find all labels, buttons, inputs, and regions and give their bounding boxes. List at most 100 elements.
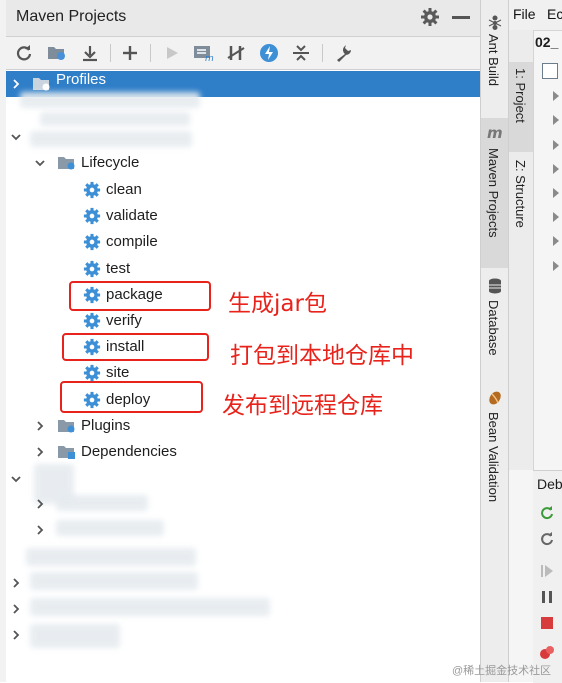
- obscured-content: [26, 548, 196, 566]
- expand-arrow-icon[interactable]: [553, 164, 559, 174]
- goal-gear-icon: [83, 286, 101, 304]
- lifecycle-folder-icon: [58, 157, 75, 170]
- project-side-strip: 1: Project Z: Structure: [509, 30, 534, 470]
- goal-gear-icon: [83, 260, 101, 278]
- goal-gear-icon: [83, 364, 101, 382]
- dependencies-label: Dependencies: [81, 443, 177, 460]
- obscured-content: [56, 495, 148, 511]
- project-area: File Ec 02_ 1: Project Z: Structure Deb: [508, 0, 562, 683]
- profiles-folder-icon: [33, 78, 50, 91]
- debug-panel: Deb: [533, 470, 562, 683]
- module-icon: [542, 63, 558, 79]
- bean-icon: [489, 391, 501, 405]
- goal-label: compile: [106, 233, 158, 250]
- goal-gear-icon: [83, 207, 101, 225]
- goal-gear-icon: [83, 312, 101, 330]
- maven-projects-panel: Maven Projects m Profiles Lifecycle Plug…: [6, 0, 480, 682]
- goal-label: install: [106, 338, 145, 355]
- panel-settings-gear-icon[interactable]: [420, 7, 440, 27]
- panel-title: Maven Projects: [16, 8, 127, 25]
- obscured-content: [30, 624, 120, 648]
- expand-arrow-icon[interactable]: [553, 188, 559, 198]
- dependencies-folder-icon: [58, 446, 75, 459]
- plugins-label: Plugins: [81, 417, 131, 434]
- panel-header: Maven Projects: [6, 0, 480, 37]
- skip-tests-icon[interactable]: [257, 41, 281, 65]
- rerun-icon[interactable]: [539, 505, 555, 521]
- chevron-right-icon[interactable]: [35, 421, 45, 431]
- tab-maven-projects-active[interactable]: m Maven Projects: [481, 118, 509, 268]
- tab-ant-build[interactable]: Ant Build: [486, 34, 501, 86]
- expand-arrow-icon[interactable]: [553, 236, 559, 246]
- annotation-install: 打包到本地仓库中: [230, 343, 414, 369]
- obscured-content: [56, 520, 164, 536]
- tab-bean-validation[interactable]: Bean Validation: [486, 412, 501, 502]
- maven-m-icon: m: [487, 124, 503, 142]
- obscured-content: [40, 112, 190, 126]
- toolbar-separator: [110, 44, 111, 62]
- expand-arrow-icon[interactable]: [553, 91, 559, 101]
- toolbar-separator: [150, 44, 151, 62]
- chevron-right-icon[interactable]: [35, 499, 45, 509]
- chevron-down-icon[interactable]: [35, 158, 45, 168]
- chevron-right-icon[interactable]: [35, 525, 45, 535]
- breakpoints-icon[interactable]: [539, 645, 555, 661]
- watermark: @稀土掘金技术社区: [452, 665, 552, 677]
- chevron-right-icon[interactable]: [11, 630, 21, 640]
- goal-gear-icon: [83, 233, 101, 251]
- goal-label: clean: [106, 181, 142, 198]
- goal-label: package: [106, 286, 163, 303]
- ant-icon: [488, 15, 502, 30]
- add-icon[interactable]: [118, 41, 142, 65]
- obscured-content: [30, 598, 270, 616]
- chevron-down-icon[interactable]: [11, 474, 21, 484]
- obscured-content: [30, 131, 192, 147]
- annotation-package: 生成jar包: [228, 291, 327, 317]
- menu-file[interactable]: File: [513, 6, 536, 22]
- refresh-debug-icon[interactable]: [539, 531, 555, 547]
- toggle-offline-icon[interactable]: [224, 41, 248, 65]
- expand-arrow-icon[interactable]: [553, 115, 559, 125]
- goal-gear-icon: [83, 181, 101, 199]
- tab-database[interactable]: Database: [486, 300, 501, 356]
- goal-gear-icon: [83, 391, 101, 409]
- goal-gear-icon: [83, 338, 101, 356]
- chevron-right-icon[interactable]: [35, 447, 45, 457]
- debug-title: Deb: [537, 476, 562, 492]
- tab-maven-projects[interactable]: Maven Projects: [486, 148, 501, 238]
- tab-structure[interactable]: Z: Structure: [513, 160, 528, 228]
- download-icon[interactable]: [78, 41, 102, 65]
- goal-label: deploy: [106, 391, 151, 408]
- menu-bar: File Ec: [509, 0, 562, 31]
- tool-window-strip: Ant Build m Maven Projects Database Bean…: [480, 0, 509, 682]
- pause-icon[interactable]: [539, 589, 555, 605]
- execute-goal-icon[interactable]: m: [192, 41, 216, 65]
- expand-arrow-icon[interactable]: [553, 140, 559, 150]
- goal-label: site: [106, 364, 130, 381]
- goal-label: test: [106, 260, 131, 277]
- profiles-label: Profiles: [56, 71, 107, 88]
- expand-arrow-icon[interactable]: [553, 261, 559, 271]
- resume-icon[interactable]: [539, 563, 555, 579]
- chevron-right-icon[interactable]: [11, 604, 21, 614]
- stop-icon[interactable]: [539, 615, 555, 631]
- expand-arrow-icon[interactable]: [553, 212, 559, 222]
- toolbar-separator: [322, 44, 323, 62]
- settings-wrench-icon[interactable]: [331, 41, 355, 65]
- collapse-all-icon[interactable]: [289, 41, 313, 65]
- tab-project-active[interactable]: 1: Project: [509, 62, 533, 152]
- project-root-label[interactable]: 02_: [535, 34, 558, 50]
- chevron-right-icon[interactable]: [11, 578, 21, 588]
- maven-toolbar: m: [6, 37, 480, 70]
- obscured-content: [30, 572, 198, 590]
- run-icon[interactable]: [160, 41, 184, 65]
- database-icon: [489, 278, 501, 294]
- menu-edit[interactable]: Ec: [547, 6, 562, 22]
- minimize-icon[interactable]: [452, 16, 470, 19]
- chevron-down-icon[interactable]: [11, 132, 21, 142]
- refresh-icon[interactable]: [12, 41, 36, 65]
- generate-sources-icon[interactable]: [45, 41, 69, 65]
- tab-project[interactable]: 1: Project: [513, 68, 528, 123]
- svg-text:m: m: [205, 54, 214, 62]
- chevron-right-icon[interactable]: [11, 79, 21, 89]
